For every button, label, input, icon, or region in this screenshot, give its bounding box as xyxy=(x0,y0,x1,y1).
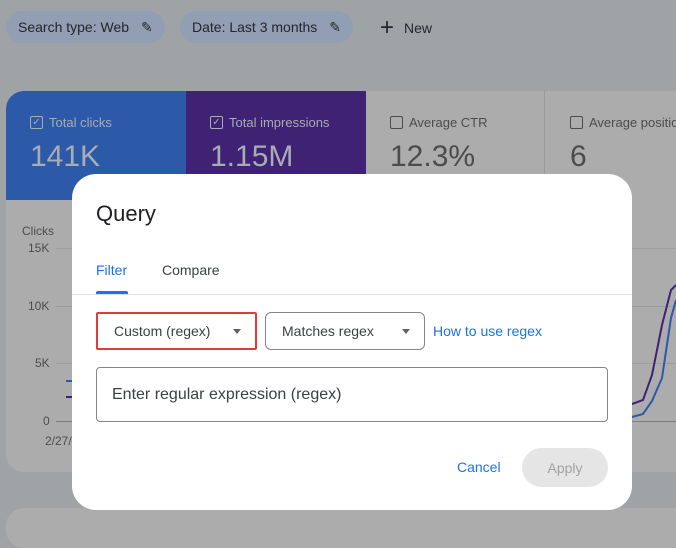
cancel-button[interactable]: Cancel xyxy=(457,459,501,475)
pencil-icon: ✎ xyxy=(141,18,153,35)
search-type-filter-chip[interactable]: Search type: Web ✎ xyxy=(6,11,165,43)
divider xyxy=(72,294,632,295)
pencil-icon: ✎ xyxy=(329,18,342,35)
dropdown-arrow-icon xyxy=(402,328,410,334)
plus-icon: + xyxy=(380,14,395,41)
regex-help-link[interactable]: How to use regex xyxy=(433,323,542,339)
search-type-label: Search type: Web xyxy=(18,19,130,35)
new-filter-button[interactable]: + New xyxy=(380,14,432,42)
regex-input[interactable]: Enter regular expression (regex) xyxy=(96,367,608,422)
dialog-title: Query xyxy=(96,201,156,226)
clicks-line-right xyxy=(631,299,676,418)
secondary-card xyxy=(6,508,676,548)
new-label: New xyxy=(404,20,433,36)
date-label: Date: Last 3 months xyxy=(192,19,318,35)
tab-filter[interactable]: Filter xyxy=(96,262,127,278)
dimension-select[interactable]: Custom (regex) xyxy=(96,312,257,350)
match-type-select[interactable]: Matches regex xyxy=(265,312,425,350)
dropdown-arrow-icon xyxy=(233,328,241,334)
tab-compare[interactable]: Compare xyxy=(162,262,220,278)
apply-button[interactable]: Apply xyxy=(522,448,608,487)
date-filter-chip[interactable]: Date: Last 3 months ✎ xyxy=(180,11,354,43)
query-filter-dialog: Query Filter Compare Custom (regex) Matc… xyxy=(72,174,632,510)
match-type-value: Matches regex xyxy=(282,323,374,339)
dimension-select-value: Custom (regex) xyxy=(114,323,211,339)
impressions-line-right xyxy=(631,284,676,405)
